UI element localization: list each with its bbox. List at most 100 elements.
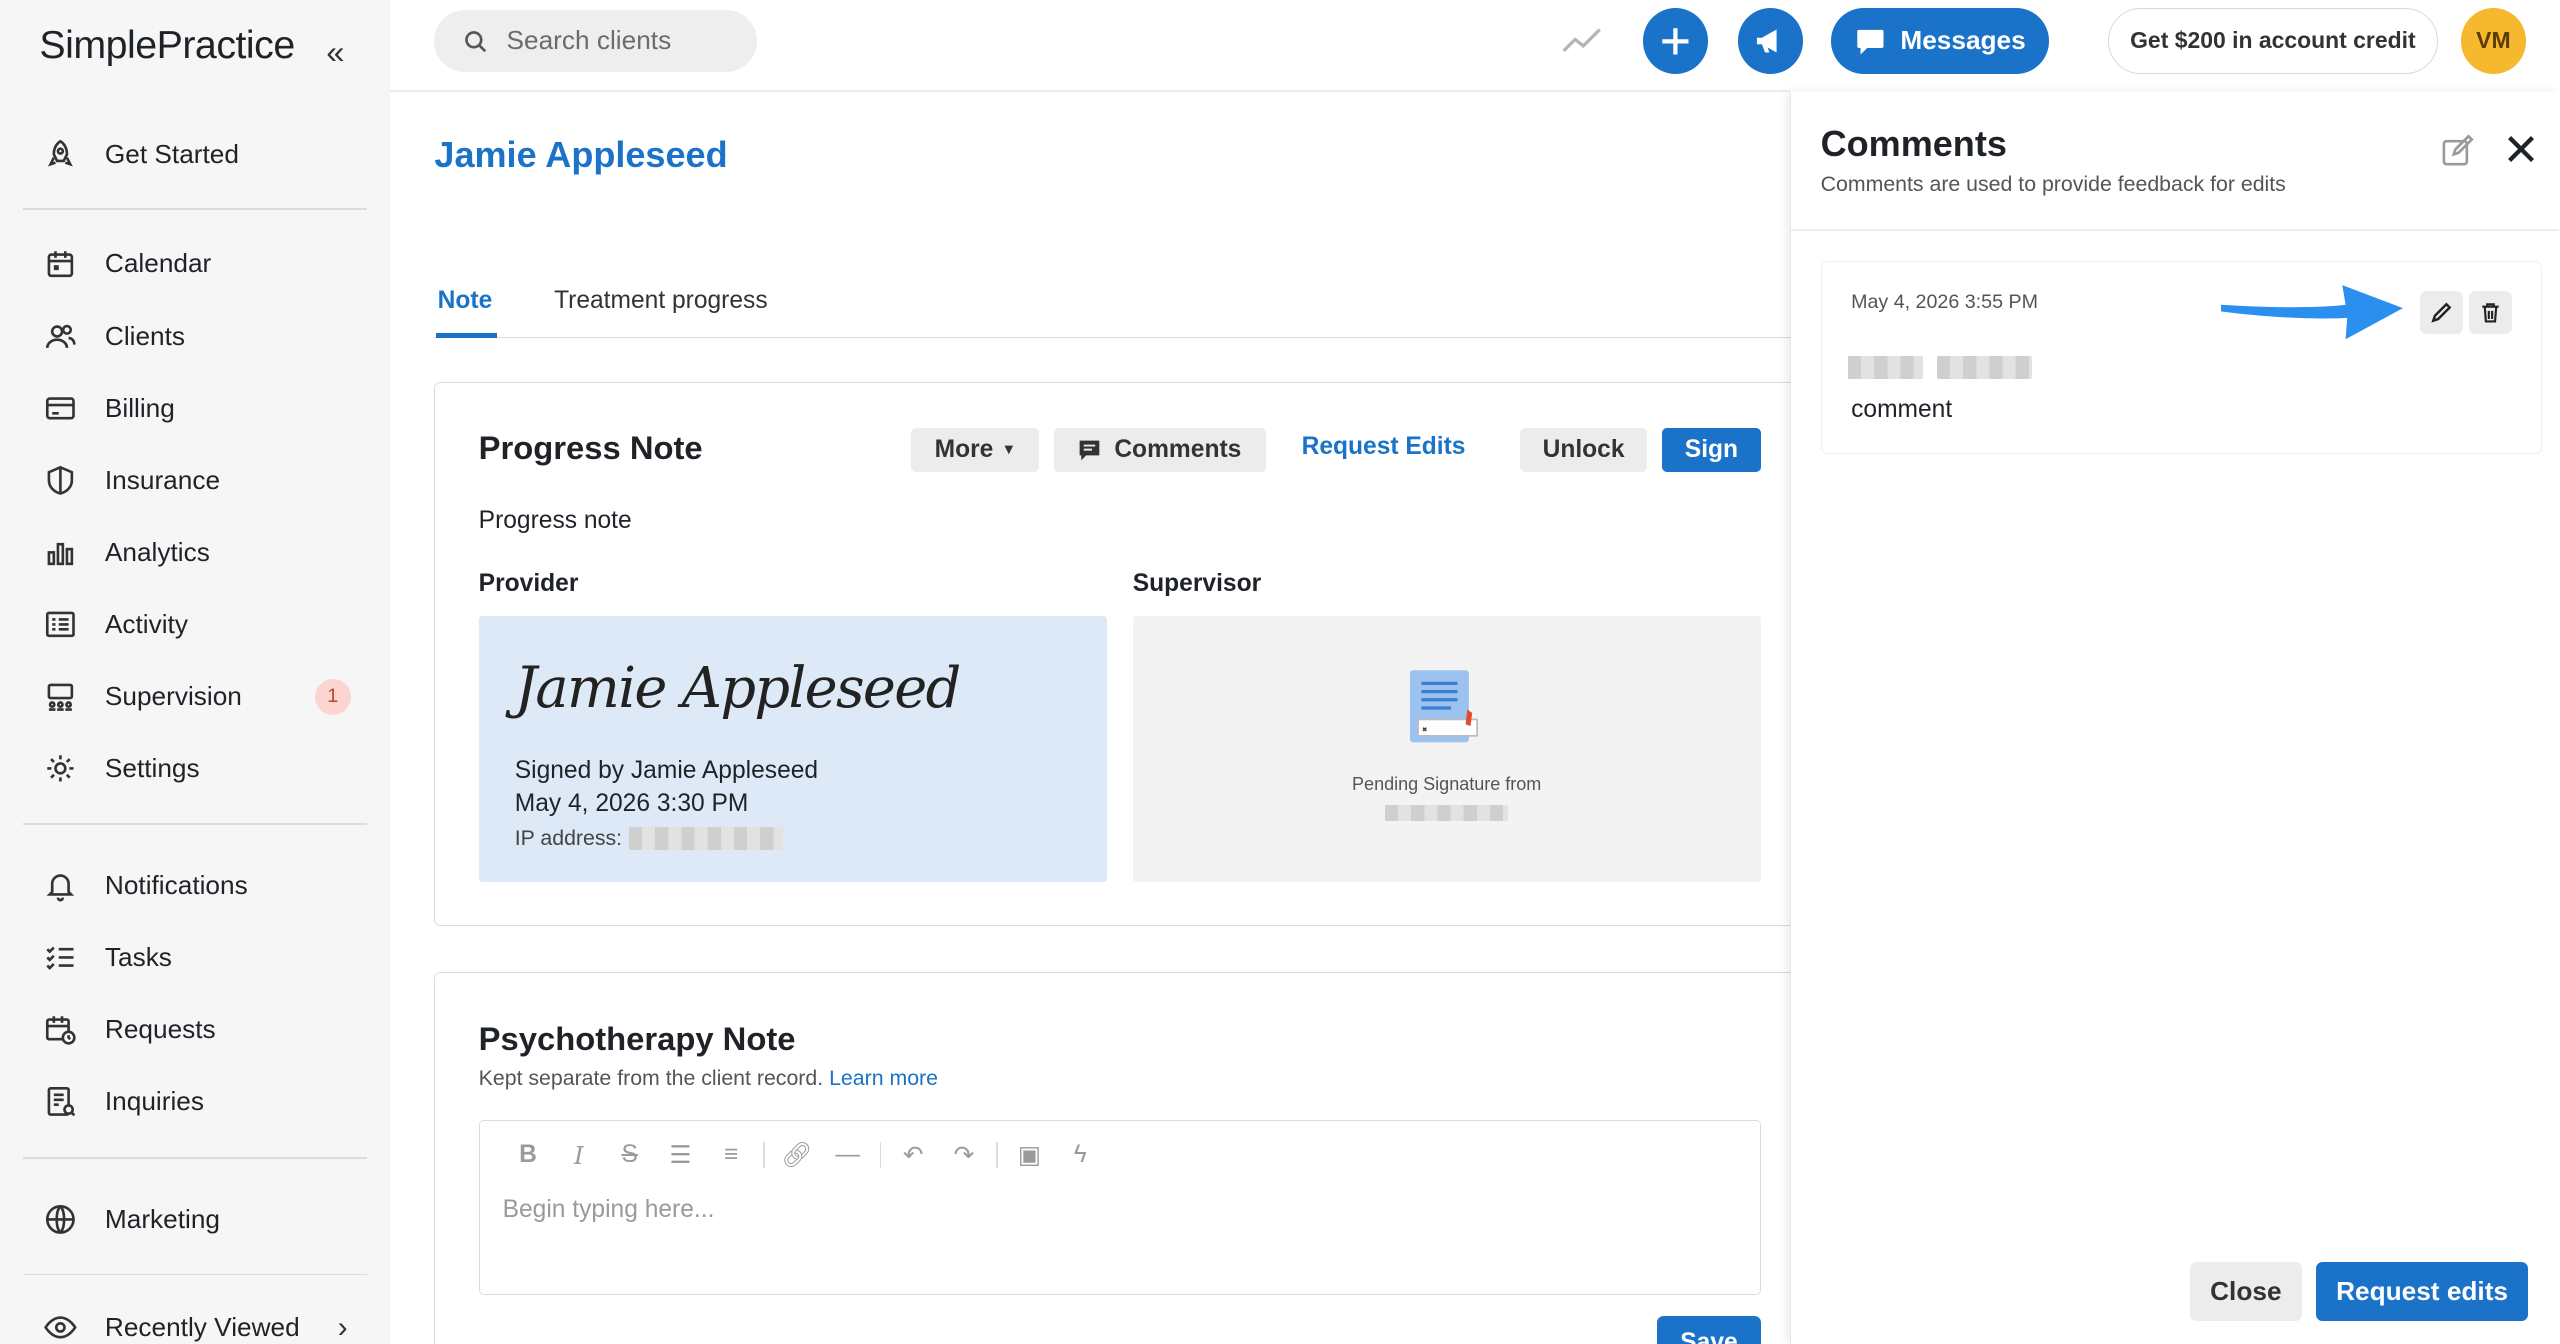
client-name[interactable]: Jamie Appleseed — [434, 134, 727, 176]
strikethrough-icon[interactable]: S — [604, 1141, 655, 1169]
sidebar-item-marketing[interactable]: Marketing — [43, 1197, 354, 1243]
numbered-list-icon[interactable]: ≡ — [706, 1141, 757, 1169]
chevron-right-icon[interactable]: › — [338, 1311, 348, 1344]
close-button[interactable]: Close — [2190, 1262, 2302, 1322]
signed-at-text: May 4, 2026 3:30 PM — [514, 790, 749, 818]
bell-icon — [43, 867, 79, 903]
sidebar-divider — [22, 208, 368, 210]
announcements-button[interactable] — [1737, 8, 1804, 74]
inquiry-icon — [43, 1084, 79, 1120]
tab-treatment-progress[interactable]: Treatment progress — [554, 287, 768, 315]
learn-more-link[interactable]: Learn more — [829, 1066, 938, 1090]
sidebar-item-calendar[interactable]: Calendar — [43, 241, 354, 287]
sidebar-item-supervision[interactable]: Supervision 1 — [43, 674, 354, 720]
calendar-clock-icon — [43, 1011, 79, 1047]
sidebar-item-inquiries[interactable]: Inquiries — [43, 1079, 354, 1125]
sidebar-item-label: Tasks — [104, 941, 172, 972]
sidebar-item-label: Activity — [104, 609, 188, 640]
tab-note[interactable]: Note — [438, 287, 493, 315]
megaphone-icon — [1757, 29, 1777, 53]
caret-down-icon: ▼ — [1001, 441, 1017, 458]
supervision-count-badge: 1 — [314, 678, 351, 715]
calendar-icon — [43, 246, 79, 282]
redacted-ip — [628, 827, 783, 851]
pending-signature-label: Pending Signature from — [1352, 773, 1542, 794]
sidebar-item-label: Get Started — [104, 138, 239, 169]
request-edits-link[interactable]: Request Edits — [1302, 433, 1466, 461]
more-button[interactable]: More ▼ — [911, 427, 1040, 473]
supervisor-signature-box — [1132, 616, 1761, 882]
horizontal-rule-icon[interactable]: — — [822, 1141, 873, 1169]
checklist-icon — [43, 939, 79, 975]
shield-icon — [43, 462, 79, 498]
save-button[interactable]: Save — [1657, 1316, 1761, 1344]
request-edits-button[interactable]: Request edits — [2316, 1262, 2528, 1322]
bullet-list-icon[interactable]: ☰ — [655, 1140, 706, 1170]
close-icon[interactable] — [2503, 131, 2539, 167]
sidebar-item-label: Requests — [104, 1013, 216, 1044]
search-icon — [465, 30, 487, 52]
sidebar-item-billing[interactable]: Billing — [43, 385, 354, 431]
tab-bar: Note Treatment progress — [434, 279, 1791, 338]
sidebar-item-label: Settings — [104, 753, 200, 784]
editor-toolbar: B I S ☰ ≡ 🔗︎ — ↶ ↷ ▣ ϟ — [503, 1140, 1106, 1170]
comments-panel: Comments Comments are used to provide fe… — [1790, 91, 2559, 1344]
comment-icon — [1079, 440, 1100, 460]
template-icon[interactable]: ▣ — [1004, 1140, 1055, 1170]
sidebar-item-clients[interactable]: Clients — [43, 313, 354, 359]
editor-placeholder: Begin typing here... — [502, 1196, 715, 1224]
sidebar-item-activity[interactable]: Activity — [43, 602, 354, 648]
sidebar: SimplePractice « Get Started Calendar Cl… — [0, 0, 391, 1344]
compose-comment-icon[interactable] — [2439, 133, 2475, 169]
comments-panel-subtitle: Comments are used to provide feedback fo… — [1820, 172, 2286, 197]
sidebar-item-recently-viewed[interactable]: Recently Viewed › — [43, 1305, 354, 1344]
comment-author-redacted — [1847, 355, 2033, 386]
lightning-icon[interactable]: ϟ — [1055, 1141, 1106, 1169]
undo-icon[interactable]: ↶ — [888, 1140, 939, 1170]
redo-icon[interactable]: ↷ — [939, 1140, 990, 1170]
messages-button[interactable]: Messages — [1831, 8, 2050, 74]
sidebar-item-label: Analytics — [104, 536, 210, 567]
sidebar-item-notifications[interactable]: Notifications — [43, 862, 354, 908]
comments-button[interactable]: Comments — [1054, 427, 1266, 473]
sidebar-item-tasks[interactable]: Tasks — [43, 934, 354, 980]
comment-text: comment — [1851, 396, 1953, 424]
create-new-button[interactable] — [1642, 8, 1709, 74]
eye-icon — [43, 1310, 79, 1344]
edit-comment-button[interactable] — [2419, 291, 2463, 334]
search-input[interactable]: Search clients — [434, 9, 758, 73]
more-label: More — [934, 435, 994, 463]
psychotherapy-note-subtitle: Kept separate from the client record. Le… — [479, 1066, 938, 1091]
unlock-button[interactable]: Unlock — [1519, 427, 1648, 473]
collapse-sidebar-icon[interactable]: « — [326, 33, 344, 71]
signed-by-text: Signed by Jamie Appleseed — [514, 757, 819, 785]
sign-button[interactable]: Sign — [1662, 427, 1761, 473]
sidebar-item-label: Notifications — [104, 869, 248, 900]
sidebar-item-label: Inquiries — [104, 1086, 204, 1117]
sidebar-item-requests[interactable]: Requests — [43, 1007, 354, 1053]
logo[interactable]: SimplePractice — [39, 23, 295, 68]
users-icon — [43, 318, 79, 354]
ip-address-label: IP address: — [514, 826, 623, 851]
italic-icon[interactable]: I — [553, 1141, 604, 1170]
pencil-icon — [2431, 302, 2452, 323]
sidebar-divider — [22, 822, 368, 825]
link-icon[interactable]: 🔗︎ — [771, 1141, 822, 1170]
psychotherapy-note-editor[interactable]: B I S ☰ ≡ 🔗︎ — ↶ ↷ ▣ ϟ Begin typing here… — [478, 1119, 1761, 1296]
gear-icon — [43, 751, 79, 787]
credit-card-icon — [43, 390, 79, 426]
topbar-divider — [390, 90, 1791, 92]
avatar[interactable]: VM — [2460, 8, 2527, 74]
trend-icon[interactable] — [1562, 23, 1602, 56]
sidebar-item-insurance[interactable]: Insurance — [43, 457, 354, 503]
globe-icon — [43, 1202, 79, 1238]
sidebar-item-label: Billing — [104, 392, 175, 423]
delete-comment-button[interactable] — [2469, 291, 2512, 334]
list-icon — [43, 607, 79, 643]
sidebar-item-get-started[interactable]: Get Started — [43, 131, 354, 177]
sidebar-item-analytics[interactable]: Analytics — [43, 529, 354, 575]
account-credit-button[interactable]: Get $200 in account credit — [2108, 8, 2438, 74]
sidebar-item-settings[interactable]: Settings — [43, 746, 354, 792]
sidebar-divider — [22, 1157, 368, 1159]
bold-icon[interactable]: B — [503, 1141, 554, 1169]
